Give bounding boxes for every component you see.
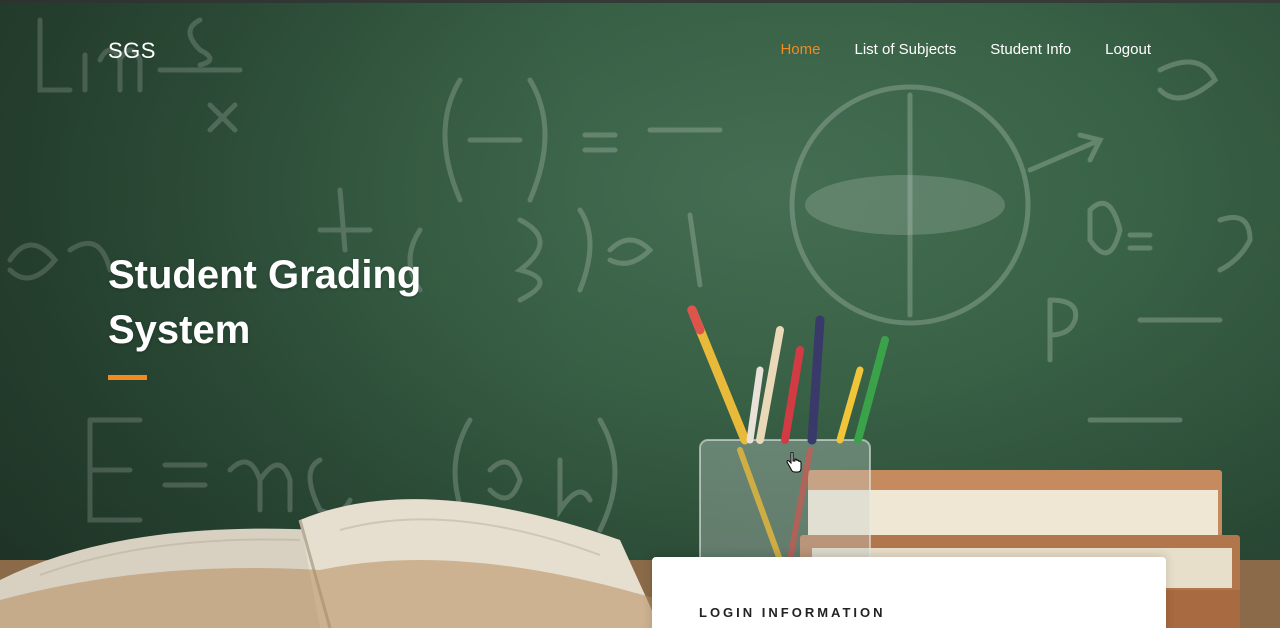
login-heading: LOGIN INFORMATION — [699, 605, 886, 620]
hero-section: SGS Home List of Subjects Student Info L… — [0, 0, 1280, 628]
main-nav: Home List of Subjects Student Info Logou… — [780, 41, 1151, 58]
page-title-line1: Student Grading — [108, 253, 422, 297]
page-title: Student Grading System — [108, 248, 528, 358]
hand-cursor-icon — [786, 452, 802, 473]
nav-logout[interactable]: Logout — [1105, 41, 1151, 58]
brand-logo[interactable]: SGS — [108, 38, 156, 64]
nav-student-info[interactable]: Student Info — [990, 41, 1071, 58]
nav-list-of-subjects[interactable]: List of Subjects — [854, 41, 956, 58]
title-accent-bar — [108, 375, 147, 380]
login-card: LOGIN INFORMATION — [652, 557, 1166, 628]
nav-home[interactable]: Home — [780, 41, 820, 58]
page-title-line2: System — [108, 308, 251, 352]
